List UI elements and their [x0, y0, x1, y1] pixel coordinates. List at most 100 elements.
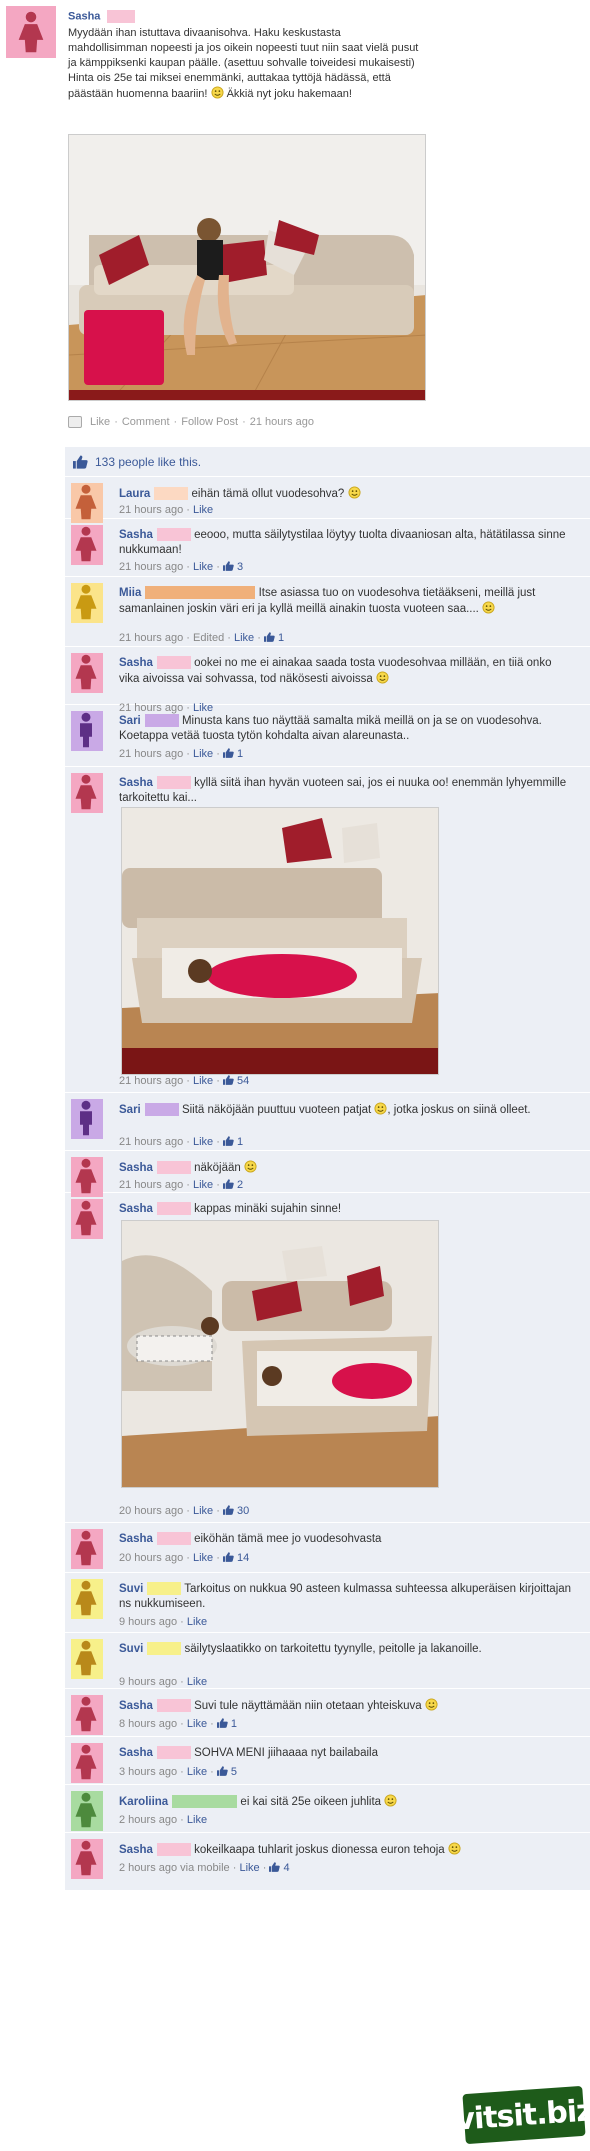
comment-like-link[interactable]: Like	[193, 1136, 213, 1148]
name-redaction	[156, 1699, 191, 1713]
commenter-avatar[interactable]	[71, 1529, 103, 1569]
commenter-avatar[interactable]	[71, 525, 103, 565]
commenter-avatar[interactable]	[71, 653, 103, 693]
commenter-avatar[interactable]	[71, 1695, 103, 1735]
comment-like-count[interactable]: 54	[237, 1075, 249, 1087]
comment-like-link[interactable]: Like	[187, 1814, 207, 1826]
like-link[interactable]: Like	[90, 416, 110, 428]
comment-like-link[interactable]: Like	[193, 504, 213, 516]
comment-timestamp[interactable]: 21 hours ago	[119, 632, 183, 644]
commenter-name[interactable]: Sasha	[119, 1844, 153, 1856]
comment-body: Suvi säilytyslaatikko on tarkoitettu tyy…	[119, 1642, 575, 1657]
comment-like-link[interactable]: Like	[234, 632, 254, 644]
comment-timestamp[interactable]: 21 hours ago	[119, 748, 183, 760]
commenter-name[interactable]: Sasha	[119, 1203, 153, 1215]
commenter-name[interactable]: Sari	[119, 715, 141, 727]
commenter-name[interactable]: Karoliina	[119, 1796, 168, 1808]
commenter-name[interactable]: Sari	[119, 1104, 141, 1116]
edited-label[interactable]: Edited	[193, 632, 224, 644]
commenter-avatar[interactable]	[71, 1839, 103, 1879]
comment-timestamp[interactable]: 8 hours ago	[119, 1718, 177, 1730]
commenter-avatar[interactable]	[71, 773, 103, 813]
commenter-name[interactable]: Sasha	[119, 1700, 153, 1712]
comment-like-count[interactable]: 5	[231, 1766, 237, 1778]
commenter-name[interactable]: Sasha	[119, 1533, 153, 1545]
comment-timestamp[interactable]: 21 hours ago	[119, 561, 183, 573]
male-silhouette-icon	[80, 712, 92, 748]
comment-timestamp[interactable]: 21 hours ago	[119, 1179, 183, 1191]
commenter-name[interactable]: Suvi	[119, 1643, 143, 1655]
commenter-avatar[interactable]	[71, 1791, 103, 1831]
commenter-name[interactable]: Sasha	[119, 777, 153, 789]
comment-like-link[interactable]: Like	[193, 1075, 213, 1087]
follow-post-link[interactable]: Follow Post	[181, 416, 238, 428]
comment-timestamp[interactable]: 20 hours ago	[119, 1505, 183, 1517]
comment-link[interactable]: Comment	[122, 416, 170, 428]
name-redaction	[144, 1103, 179, 1117]
commenter-name[interactable]: Sasha	[119, 657, 153, 669]
comment-timestamp[interactable]: 21 hours ago	[119, 1075, 183, 1087]
comment-photo[interactable]	[121, 807, 439, 1075]
smiley-icon	[448, 1842, 461, 1855]
comment-like-link[interactable]: Like	[187, 1766, 207, 1778]
comment-timestamp[interactable]: 9 hours ago	[119, 1676, 177, 1688]
comment-text: ei kai sitä 25e oikeen juhlita	[240, 1796, 382, 1808]
sofa-photo	[69, 135, 425, 400]
comment-like-count[interactable]: 1	[237, 1136, 243, 1148]
comment-timestamp[interactable]: 9 hours ago	[119, 1616, 177, 1628]
thumbs-up-icon	[222, 1179, 234, 1189]
commenter-name[interactable]: Sasha	[119, 1747, 153, 1759]
comment-like-link[interactable]: Like	[187, 1718, 207, 1730]
post-timestamp[interactable]: 21 hours ago	[250, 416, 314, 428]
comment-photo[interactable]	[121, 1220, 439, 1488]
commenter-avatar[interactable]	[71, 583, 103, 623]
comment-like-link[interactable]: Like	[193, 1179, 213, 1191]
commenter-avatar[interactable]	[71, 711, 103, 751]
likes-text[interactable]: 133 people like this.	[95, 455, 201, 469]
comment-like-link[interactable]: Like	[193, 1505, 213, 1517]
commenter-name[interactable]: Sasha	[119, 1162, 153, 1174]
comment-timestamp[interactable]: 21 hours ago	[119, 1136, 183, 1148]
commenter-name[interactable]: Sasha	[119, 529, 153, 541]
commenter-name[interactable]: Laura	[119, 488, 150, 500]
post-photo[interactable]	[68, 134, 426, 401]
comment-like-link[interactable]: Like	[187, 1616, 207, 1628]
comment-like-count[interactable]: 4	[284, 1862, 290, 1874]
commenter-name[interactable]: Miia	[119, 587, 141, 599]
name-redaction	[147, 1582, 182, 1596]
comment-timestamp[interactable]: 2 hours ago	[119, 1814, 177, 1826]
comment-like-count[interactable]: 2	[237, 1179, 243, 1191]
female-silhouette-icon	[75, 1158, 97, 1194]
comment-like-link[interactable]: Like	[193, 561, 213, 573]
commenter-avatar[interactable]	[71, 1099, 103, 1139]
smiley-icon	[244, 1160, 257, 1173]
commenter-avatar[interactable]	[71, 1579, 103, 1619]
post-author-avatar[interactable]	[6, 6, 56, 58]
comment-like-count[interactable]: 1	[237, 748, 243, 760]
commenter-avatar[interactable]	[71, 1743, 103, 1783]
commenter-avatar[interactable]	[71, 1157, 103, 1197]
comment-like-count[interactable]: 1	[278, 632, 284, 644]
commenter-avatar[interactable]	[71, 1639, 103, 1679]
comment-timestamp[interactable]: 3 hours ago	[119, 1766, 177, 1778]
commenter-avatar[interactable]	[71, 1199, 103, 1239]
comment-timestamp[interactable]: 20 hours ago	[119, 1552, 183, 1564]
commenter-avatar[interactable]	[71, 483, 103, 523]
thumbs-up-icon	[216, 1766, 228, 1776]
comment-like-count[interactable]: 3	[237, 561, 243, 573]
comment-like-link[interactable]: Like	[193, 748, 213, 760]
comment-body: Sasha kappas minäki sujahin sinne!	[119, 1202, 575, 1217]
comment-timestamp[interactable]: 2 hours ago via mobile	[119, 1862, 230, 1874]
comment-like-link[interactable]: Like	[193, 1552, 213, 1564]
comment-like-link[interactable]: Like	[239, 1862, 259, 1874]
comment-timestamp[interactable]: 21 hours ago	[119, 504, 183, 516]
post-author-name[interactable]: Sasha	[68, 10, 136, 23]
post-author-text[interactable]: Sasha	[68, 10, 100, 22]
comment-like-count[interactable]: 14	[237, 1552, 249, 1564]
comment-like-count[interactable]: 1	[231, 1718, 237, 1730]
comment-like-count[interactable]: 30	[237, 1505, 249, 1517]
comment-like-link[interactable]: Like	[187, 1676, 207, 1688]
commenter-name[interactable]: Suvi	[119, 1583, 143, 1595]
likes-summary[interactable]: 133 people like this.	[65, 447, 590, 477]
comment-body: Sasha kyllä siitä ihan hyvän vuoteen sai…	[119, 776, 575, 806]
